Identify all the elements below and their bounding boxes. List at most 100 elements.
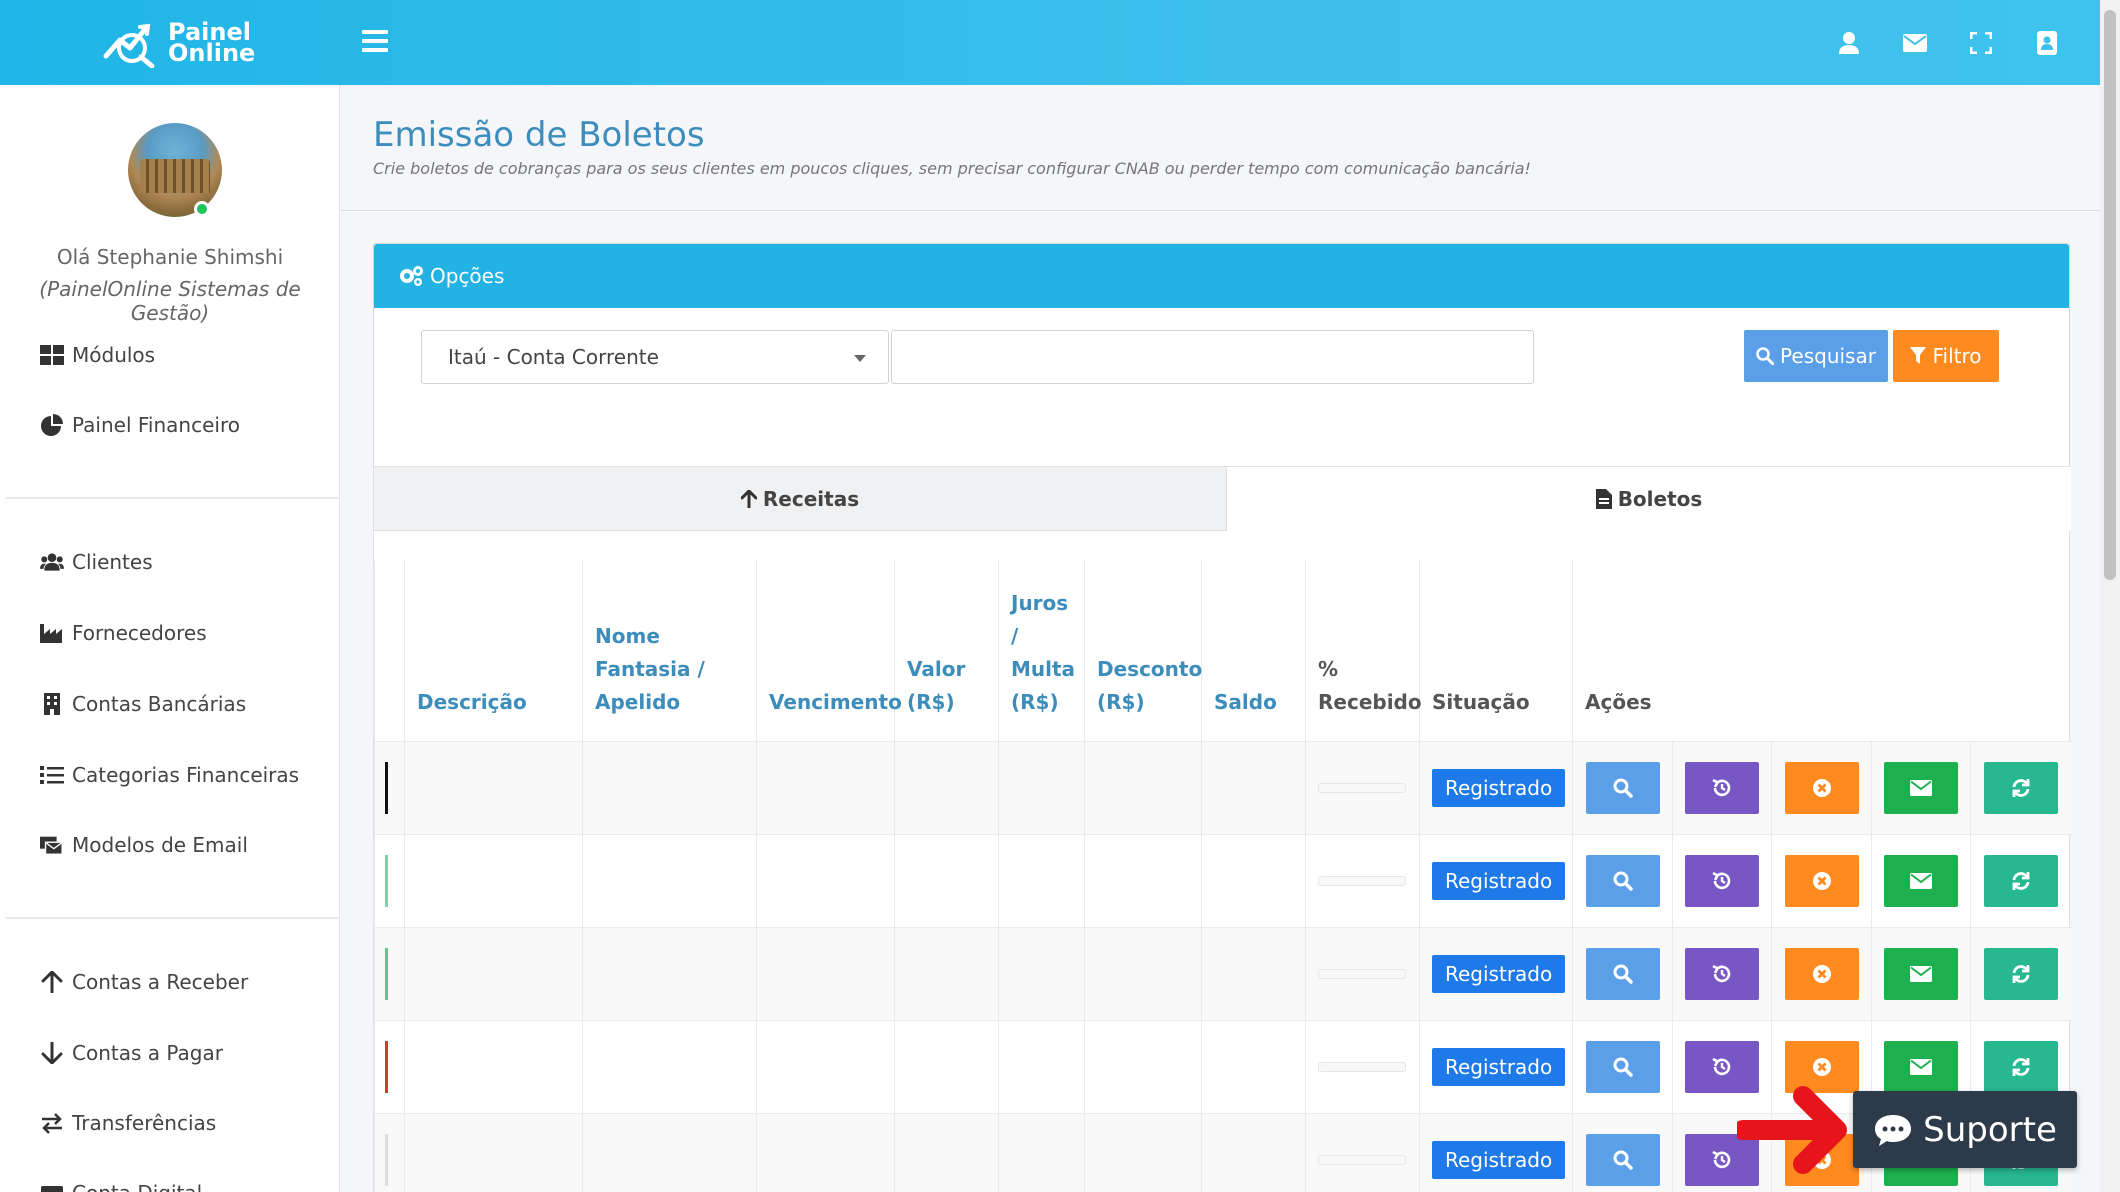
search-button[interactable]: Pesquisar: [1744, 330, 1888, 382]
column-header-marker: [374, 561, 405, 742]
cell-nome-fantasia: [582, 741, 757, 835]
cell-situacao: Registrado: [1419, 1113, 1573, 1192]
sidebar-item-transferencias[interactable]: Transferências: [40, 1111, 216, 1135]
cell-saldo: [1201, 1113, 1306, 1192]
cancel-button[interactable]: [1784, 761, 1859, 814]
row-color-marker: [385, 761, 388, 814]
filter-button[interactable]: Filtro: [1893, 330, 1999, 382]
search-icon: [1613, 1057, 1633, 1077]
history-button[interactable]: [1685, 854, 1759, 907]
refresh-button[interactable]: [1984, 854, 2059, 907]
search-icon: [1613, 964, 1633, 984]
cell-valor: [894, 834, 999, 928]
history-button[interactable]: [1685, 761, 1759, 814]
column-header-vencimento[interactable]: Vencimento: [756, 561, 902, 742]
sidebar-item-modulos[interactable]: Módulos: [40, 343, 155, 367]
cell-action: [1572, 1113, 1673, 1192]
send-email-button[interactable]: [1884, 854, 1958, 907]
page-scrollbar[interactable]: [2100, 0, 2120, 1192]
list-icon: [40, 766, 64, 784]
sidebar-item-painel-financeiro[interactable]: Painel Financeiro: [40, 413, 240, 437]
contact-card-icon[interactable]: [2014, 0, 2080, 85]
history-button[interactable]: [1685, 947, 1759, 1000]
sidebar-item-clientes[interactable]: Clientes: [40, 550, 153, 574]
top-navbar: Painel Online: [0, 0, 2100, 85]
support-button[interactable]: Suporte: [1853, 1091, 2077, 1168]
view-button[interactable]: [1585, 1133, 1660, 1186]
progress-bar: [1318, 1154, 1406, 1165]
cell-action: [1572, 741, 1673, 835]
column-header-desconto[interactable]: Desconto (R$): [1084, 561, 1202, 742]
history-icon: [1711, 1056, 1733, 1078]
refresh-button[interactable]: [1984, 761, 2059, 814]
view-button[interactable]: [1585, 854, 1660, 907]
cell-desconto: [1084, 1020, 1202, 1114]
exchange-icon: [42, 1113, 62, 1134]
cell-recebido: [1305, 1113, 1420, 1192]
cell-desconto: [1084, 927, 1202, 1021]
column-header-valor[interactable]: Valor (R$): [894, 561, 999, 742]
cell-saldo: [1201, 741, 1306, 835]
column-header-descricao[interactable]: Descrição: [404, 561, 583, 742]
column-header-saldo[interactable]: Saldo: [1201, 561, 1306, 742]
search-button-label: Pesquisar: [1780, 344, 1876, 368]
status-badge[interactable]: Registrado: [1432, 768, 1566, 807]
sidebar-item-modelos-de-email[interactable]: Modelos de Email: [40, 833, 248, 857]
view-button[interactable]: [1585, 1040, 1660, 1093]
filter-button-label: Filtro: [1932, 344, 1982, 368]
sidebar-item-categorias-financeiras[interactable]: Categorias Financeiras: [40, 763, 299, 787]
tab-boletos[interactable]: Boletos: [1227, 467, 2071, 531]
column-header-juros-multa[interactable]: Juros / Multa (R$): [998, 561, 1085, 742]
cancel-icon: [1812, 1057, 1832, 1077]
history-icon: [1711, 963, 1733, 985]
status-badge[interactable]: Registrado: [1432, 1140, 1566, 1179]
options-title: Opções: [430, 264, 505, 288]
sidebar-item-fornecedores[interactable]: Fornecedores: [40, 621, 207, 645]
account-select[interactable]: Itaú - Conta Corrente: [421, 330, 889, 384]
refresh-button[interactable]: [1984, 1040, 2059, 1093]
cell-juros-multa: [998, 1020, 1085, 1114]
cell-desconto: [1084, 1113, 1202, 1192]
cancel-button[interactable]: [1784, 854, 1859, 907]
view-button[interactable]: [1585, 761, 1660, 814]
view-button[interactable]: [1585, 947, 1660, 1000]
chat-bubble-icon: [1875, 1114, 1912, 1146]
sidebar-item-label: Contas a Pagar: [72, 1041, 223, 1065]
wallet-icon: [41, 1186, 63, 1192]
sidebar: Olá Stephanie Shimshi (PainelOnline Sist…: [0, 85, 340, 1192]
row-marker-cell: [374, 927, 405, 1021]
column-header-situacao: Situação: [1419, 561, 1573, 742]
cell-recebido: [1305, 927, 1420, 1021]
brand-logo[interactable]: Painel Online: [100, 14, 255, 72]
sidebar-item-contas-bancarias[interactable]: Contas Bancárias: [40, 692, 246, 716]
row-marker-cell: [374, 1020, 405, 1114]
column-header-nome-fantasia[interactable]: Nome Fantasia / Apelido: [582, 561, 757, 742]
cell-action: [1572, 1020, 1673, 1114]
user-icon[interactable]: [1816, 0, 1882, 85]
search-icon: [1613, 1150, 1633, 1170]
send-email-button[interactable]: [1884, 761, 1958, 814]
refresh-button[interactable]: [1984, 947, 2059, 1000]
sidebar-item-conta-digital[interactable]: Conta Digital: [40, 1181, 202, 1192]
send-email-button[interactable]: [1884, 1040, 1958, 1093]
cell-situacao: Registrado: [1419, 834, 1573, 928]
status-badge[interactable]: Registrado: [1432, 954, 1566, 993]
envelope-icon[interactable]: [1882, 0, 1948, 85]
scrollbar-thumb[interactable]: [2104, 10, 2116, 580]
sidebar-item-contas-a-pagar[interactable]: Contas a Pagar: [40, 1041, 223, 1065]
status-badge[interactable]: Registrado: [1432, 861, 1566, 900]
tab-receitas[interactable]: Receitas: [374, 467, 1227, 531]
industry-icon: [40, 624, 62, 643]
search-input[interactable]: [891, 330, 1534, 384]
menu-toggle-icon[interactable]: [362, 30, 388, 52]
cell-descricao: [404, 1020, 583, 1114]
arrow-up-icon: [41, 971, 63, 993]
refresh-icon: [2010, 777, 2032, 799]
send-email-button[interactable]: [1884, 947, 1958, 1000]
table-header-row: Descrição Nome Fantasia / Apelido Vencim…: [374, 561, 2072, 742]
status-badge[interactable]: Registrado: [1432, 1047, 1566, 1086]
users-icon: [40, 553, 64, 571]
fullscreen-icon[interactable]: [1948, 0, 2014, 85]
cancel-button[interactable]: [1784, 947, 1859, 1000]
sidebar-item-contas-a-receber[interactable]: Contas a Receber: [40, 970, 248, 994]
